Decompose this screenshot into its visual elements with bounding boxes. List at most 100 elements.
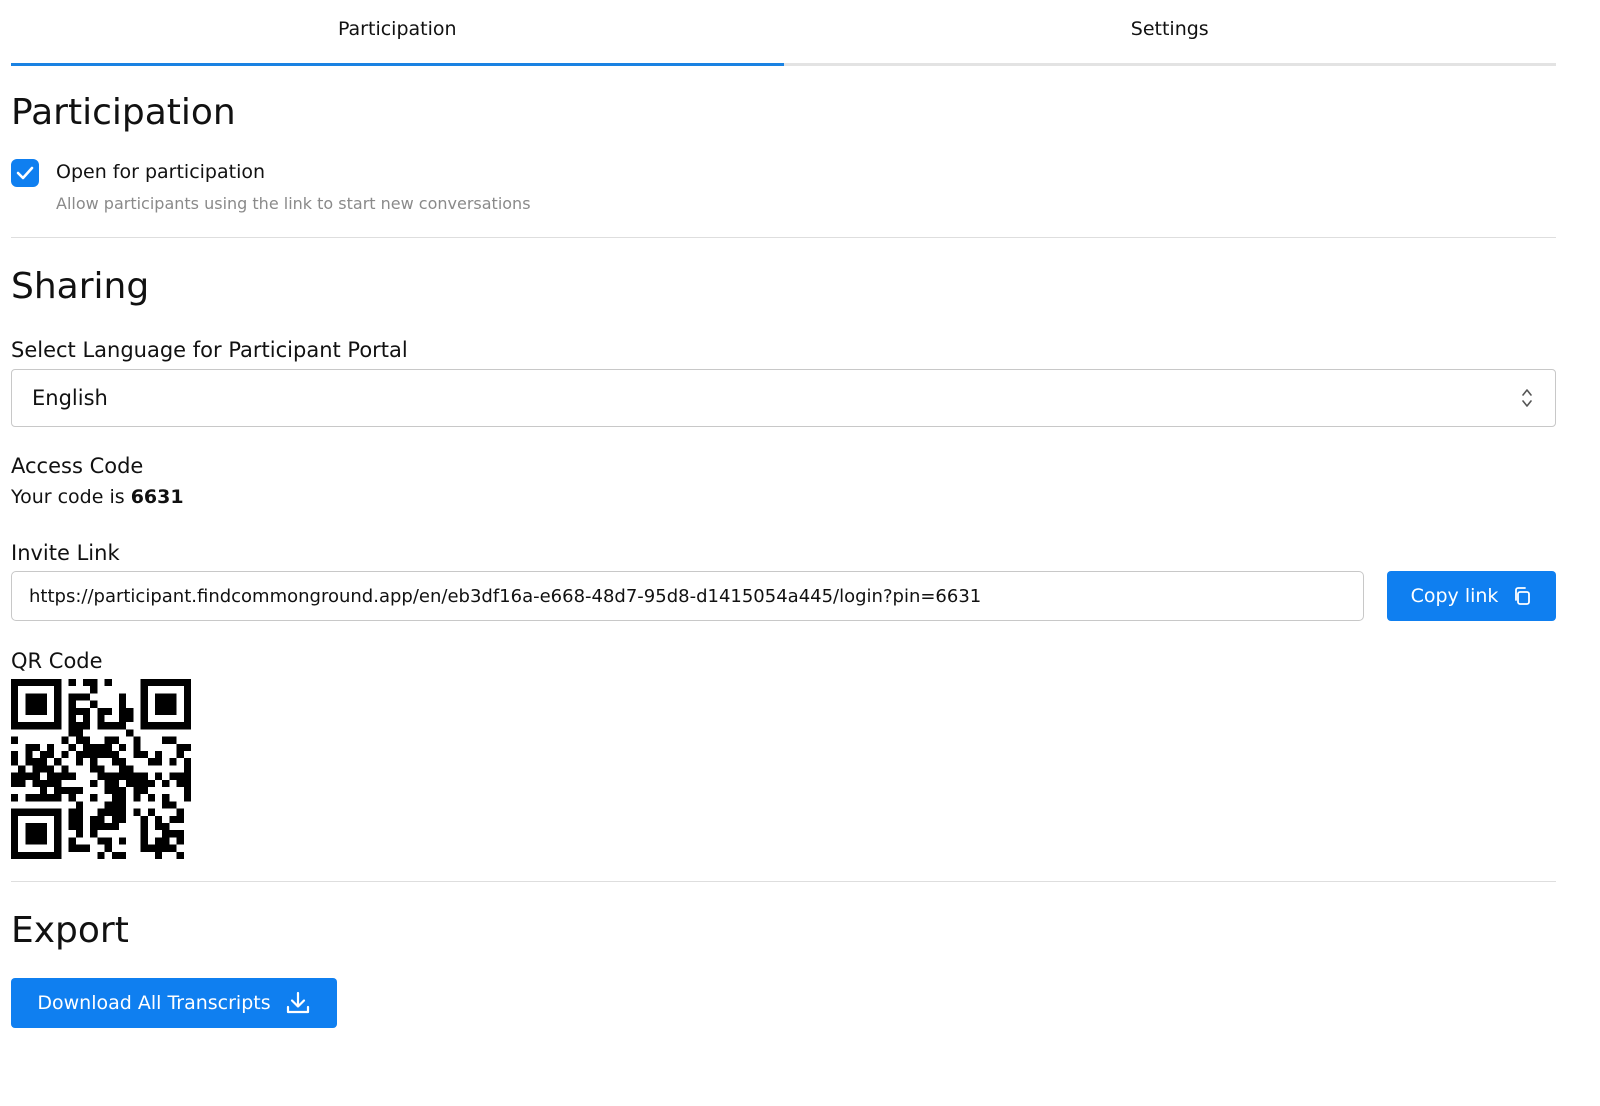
qr-module [97,823,105,831]
tab-participation[interactable]: Participation [11,0,784,66]
qr-module [162,823,170,831]
qr-module [47,772,55,780]
qr-module [11,686,19,694]
qr-module [183,772,191,780]
qr-module [68,693,76,701]
qr-module [155,751,163,759]
qr-code-label: QR Code [11,649,103,673]
qr-module [54,808,62,816]
tab-settings[interactable]: Settings [784,0,1557,63]
qr-module [126,715,134,723]
qr-module [90,686,98,694]
participation-heading: Participation [11,92,236,133]
qr-module [32,808,40,816]
qr-module [140,787,148,795]
qr-module [32,830,40,838]
qr-module [54,722,62,730]
qr-module [54,715,62,723]
qr-module [126,765,134,773]
qr-module [183,693,191,701]
qr-module [54,823,62,831]
qr-module [75,707,83,715]
qr-code-image [11,679,191,859]
qr-module [54,700,62,708]
qr-module [176,722,184,730]
qr-module [176,679,184,687]
qr-module [32,851,40,859]
qr-module [25,823,33,831]
qr-module [104,844,112,852]
qr-module [97,715,105,723]
qr-module [155,693,163,701]
qr-module [25,707,33,715]
qr-module [183,722,191,730]
qr-module [47,722,55,730]
qr-module [155,758,163,766]
qr-module [83,707,91,715]
qr-module [119,794,127,802]
qr-module [183,779,191,787]
qr-module [39,779,47,787]
qr-module [11,700,19,708]
qr-module [25,722,33,730]
qr-module [32,693,40,701]
qr-module [119,765,127,773]
qr-module [97,765,105,773]
qr-module [169,830,177,838]
qr-module [68,787,76,795]
qr-module [97,722,105,730]
qr-module [169,736,177,744]
qr-module [90,751,98,759]
qr-module [104,679,112,687]
qr-module [32,823,40,831]
qr-module [75,823,83,831]
qr-module [25,751,33,759]
download-all-transcripts-button[interactable]: Download All Transcripts [11,978,337,1028]
qr-module [90,743,98,751]
qr-module [140,693,148,701]
qr-module [25,700,33,708]
copy-link-button[interactable]: Copy link [1387,571,1556,621]
qr-module [162,700,170,708]
open-participation-label[interactable]: Open for participation [56,161,265,183]
qr-module [39,700,47,708]
access-code-label: Access Code [11,454,144,478]
qr-module [11,830,19,838]
qr-module [32,707,40,715]
qr-module [119,715,127,723]
qr-module [104,808,112,816]
qr-module [32,765,40,773]
qr-module [39,823,47,831]
language-select[interactable]: English [11,369,1556,427]
copy-link-label: Copy link [1410,585,1499,607]
qr-module [97,707,105,715]
qr-module [68,794,76,802]
qr-module [111,751,119,759]
invite-link-input[interactable] [11,571,1364,621]
qr-module [162,679,170,687]
qr-module [61,787,69,795]
qr-module [126,707,134,715]
qr-module [162,693,170,701]
open-participation-checkbox[interactable] [11,159,39,187]
qr-module [169,722,177,730]
qr-module [162,736,170,744]
qr-module [169,758,177,766]
qr-module [75,736,83,744]
qr-module [39,751,47,759]
qr-module [119,743,127,751]
qr-module [183,700,191,708]
tab-bar: Participation Settings [11,0,1556,66]
language-select-label: Select Language for Participant Portal [11,338,408,362]
qr-module [140,722,148,730]
qr-module [119,700,127,708]
qr-module [183,787,191,795]
check-icon [16,166,34,180]
qr-module [155,815,163,823]
qr-module [162,844,170,852]
qr-module [104,787,112,795]
qr-module [75,844,83,852]
qr-module [176,830,184,838]
qr-module [111,815,119,823]
qr-module [32,679,40,687]
